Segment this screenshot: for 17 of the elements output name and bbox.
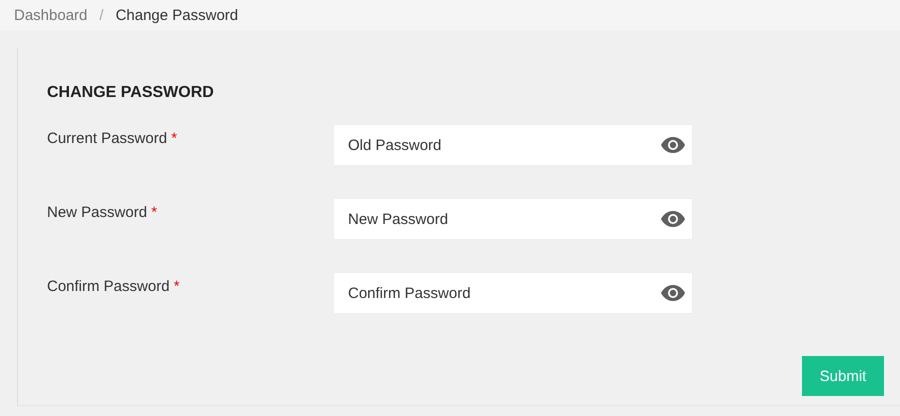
submit-button[interactable]: Submit <box>802 356 884 396</box>
password-field[interactable]: Confirm Password <box>333 272 693 314</box>
field-label: Current Password <box>47 130 168 146</box>
required-mark: * <box>151 204 158 220</box>
eye-icon[interactable] <box>661 285 685 301</box>
breadcrumb-link[interactable]: Dashboard <box>14 6 88 24</box>
breadcrumb-separator: / <box>99 6 104 24</box>
field-label: New Password <box>47 204 148 220</box>
eye-icon[interactable] <box>661 137 685 153</box>
required-mark: * <box>174 278 180 294</box>
field-label: Confirm Password <box>47 278 170 294</box>
required-mark: * <box>171 130 178 146</box>
password-field[interactable]: Old Password <box>333 124 693 166</box>
form-title: CHANGE PASSWORD <box>47 84 215 102</box>
password-field[interactable]: New Password <box>333 198 693 240</box>
breadcrumb-link[interactable]: Change Password <box>116 6 238 24</box>
eye-icon[interactable] <box>661 211 685 227</box>
